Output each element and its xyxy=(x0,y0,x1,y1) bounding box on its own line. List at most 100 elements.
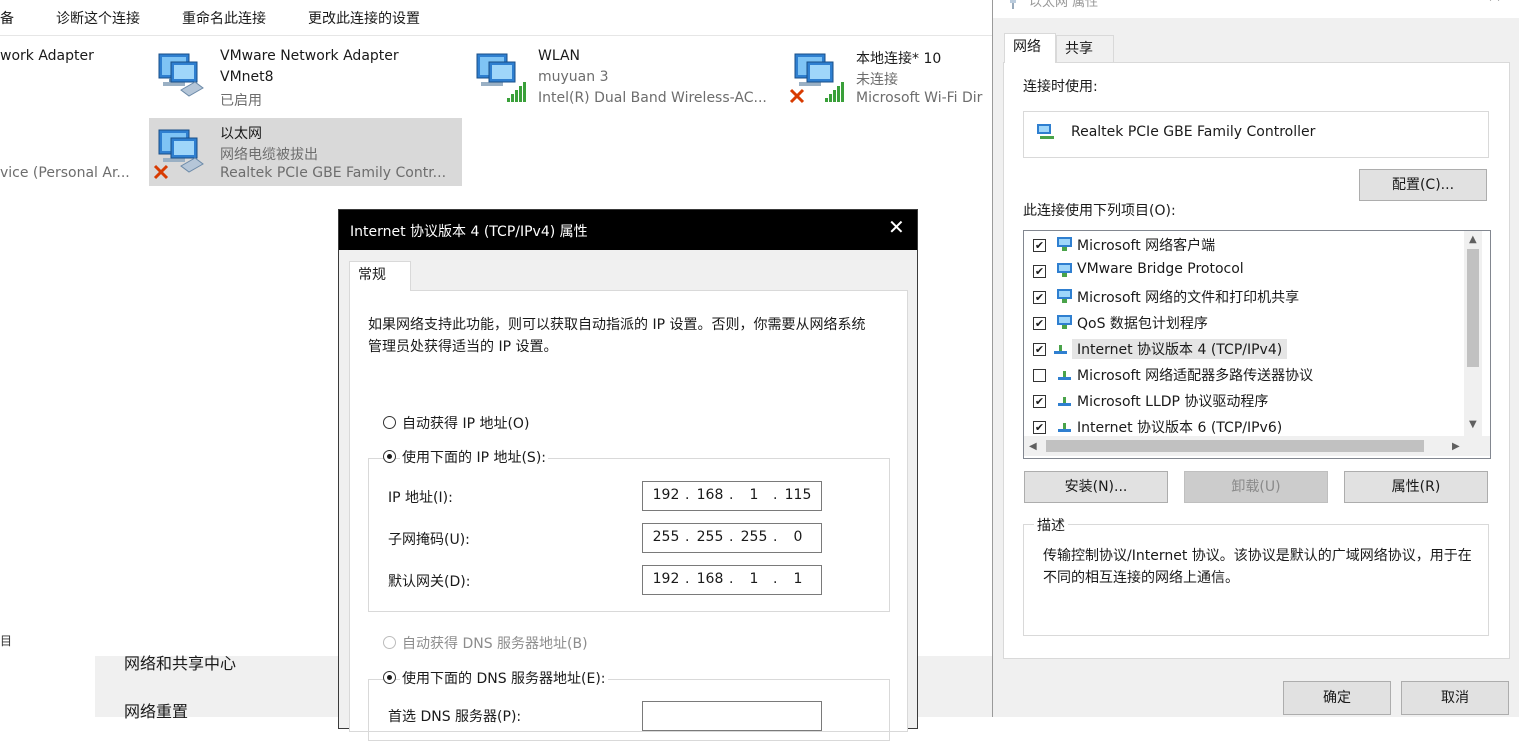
manual-dns-radio[interactable] xyxy=(383,671,396,684)
configure-button[interactable]: 配置(C)... xyxy=(1359,169,1487,201)
list-item-selected[interactable]: ✔ Internet 协议版本 4 (TCP/IPv4) xyxy=(1024,336,1464,362)
scroll-left-icon[interactable]: ◀ xyxy=(1029,441,1037,452)
connection-status: 已启用 xyxy=(220,93,262,109)
properties-button[interactable]: 属性(R) xyxy=(1344,471,1488,503)
checkbox[interactable]: ✔ xyxy=(1033,395,1046,408)
scrollbar-thumb[interactable] xyxy=(1046,440,1424,452)
ipv4-properties-dialog: Internet 协议版本 4 (TCP/IPv4) 属性 ✕ 常规 如果网络支… xyxy=(338,209,918,741)
ip-address-input[interactable]: 192 . 168 . 1 . 115 xyxy=(642,481,822,511)
gateway-input[interactable]: 192 . 168 . 1 . 1 xyxy=(642,565,822,595)
network-client-icon xyxy=(1057,263,1072,277)
dialog-titlebar: 以太网 属性 ✕ xyxy=(993,0,1519,18)
octet-separator: . xyxy=(729,571,734,587)
octet: 1 xyxy=(793,571,803,587)
components-list[interactable]: ✔ Microsoft 网络客户端 ✔ VMware Bridge Protoc… xyxy=(1023,230,1491,459)
manual-dns-label[interactable]: 使用下面的 DNS 服务器地址(E): xyxy=(400,668,608,688)
general-tab-panel: 如果网络支持此功能，则可以获取自动指派的 IP 设置。否则，你需要从网络系统管理… xyxy=(349,290,908,741)
auto-ip-label[interactable]: 自动获得 IP 地址(O) xyxy=(402,413,529,433)
description-group: 描述 传输控制协议/Internet 协议。该协议是默认的广域网络协议，用于在不… xyxy=(1023,515,1489,636)
wireless-adapter-icon xyxy=(476,53,526,102)
octet-separator: . xyxy=(773,529,778,545)
octet: 255 xyxy=(696,529,724,545)
tab-general[interactable]: 常规 xyxy=(349,261,411,291)
toolbar-change-settings[interactable]: 更改此连接的设置 xyxy=(308,8,420,28)
connection-name-line2: VMnet8 xyxy=(220,69,274,85)
scroll-right-icon[interactable]: ▶ xyxy=(1452,441,1460,452)
network-icon xyxy=(1010,0,1016,9)
uninstall-button[interactable]: 卸载(U) xyxy=(1184,471,1328,503)
octet: 115 xyxy=(784,487,812,503)
item-name: QoS 数据包计划程序 xyxy=(1077,316,1208,332)
list-item[interactable]: ✔ Microsoft 网络客户端 xyxy=(1024,232,1464,258)
list-item[interactable]: ✔ QoS 数据包计划程序 xyxy=(1024,310,1464,336)
list-item[interactable]: ✔ Microsoft 网络的文件和打印机共享 xyxy=(1024,284,1464,310)
list-item[interactable]: ✔ Microsoft LLDP 协议驱动程序 xyxy=(1024,388,1464,414)
connection-item-wlan[interactable]: WLAN muyuan 3 Intel(R) Dual Band Wireles… xyxy=(467,42,777,108)
item-name: Internet 协议版本 4 (TCP/IPv4) xyxy=(1072,339,1288,359)
checkbox[interactable]: ✔ xyxy=(1033,421,1046,434)
close-icon[interactable]: ✕ xyxy=(888,215,905,239)
checkbox[interactable]: ✔ xyxy=(1033,317,1046,330)
connection-name: 以太网 xyxy=(220,126,262,142)
octet-separator: . xyxy=(773,487,778,503)
toolbar-disable-device[interactable]: 设备 xyxy=(0,8,14,28)
ethernet-adapter-icon xyxy=(153,129,204,180)
toolbar: 设备 诊断这个连接 重命名此连接 更改此连接的设置 xyxy=(0,0,993,36)
checkbox[interactable]: ✔ xyxy=(1033,343,1046,356)
connection-item-local-10[interactable]: 本地连接* 10 未连接 Microsoft Wi-Fi Dir xyxy=(785,42,993,108)
octet: 0 xyxy=(793,529,803,545)
octet: 192 xyxy=(652,487,680,503)
connection-item-vmnet8[interactable]: VMware Network Adapter VMnet8 已启用 xyxy=(149,42,449,109)
ok-button[interactable]: 确定 xyxy=(1283,681,1391,715)
connection-device: vice (Personal Ar... xyxy=(0,165,130,181)
auto-dns-radio[interactable] xyxy=(383,636,396,649)
description-label: 描述 xyxy=(1034,515,1068,535)
connection-status: 网络电缆被拔出 xyxy=(220,147,318,163)
item-name: Microsoft 网络适配器多路传送器协议 xyxy=(1077,368,1314,384)
connection-item-ethernet[interactable]: 以太网 网络电缆被拔出 Realtek PCIe GBE Family Cont… xyxy=(149,118,462,186)
adapter-icon xyxy=(1037,124,1054,139)
description-text: 传输控制协议/Internet 协议。该协议是默认的广域网络协议，用于在不同的相… xyxy=(1043,548,1472,586)
tab-network[interactable]: 网络 xyxy=(1004,33,1056,63)
preferred-dns-label: 首选 DNS 服务器(P): xyxy=(388,709,522,725)
manual-ip-label[interactable]: 使用下面的 IP 地址(S): xyxy=(400,447,548,467)
octet-separator: . xyxy=(729,529,734,545)
checkbox[interactable]: ✔ xyxy=(1033,239,1046,252)
connection-name: VMware Network Adapter xyxy=(220,48,399,64)
connection-device: Realtek PCIe GBE Family Contr... xyxy=(220,165,447,181)
octet-separator: . xyxy=(685,529,690,545)
connection-status: 未连接 xyxy=(856,72,898,88)
items-label: 此连接使用下列项目(O): xyxy=(1023,203,1176,219)
connection-item-partial-2[interactable]: vice (Personal Ar... xyxy=(0,118,139,184)
octet: 168 xyxy=(696,487,724,503)
auto-ip-radio[interactable] xyxy=(383,416,396,429)
preferred-dns-input[interactable] xyxy=(642,701,822,731)
network-client-icon xyxy=(1057,237,1072,251)
toolbar-rename[interactable]: 重命名此连接 xyxy=(182,8,266,28)
manual-ip-radio[interactable] xyxy=(383,450,396,463)
octet: 192 xyxy=(652,571,680,587)
install-button[interactable]: 安装(N)... xyxy=(1024,471,1168,503)
checkbox[interactable]: ✔ xyxy=(1033,291,1046,304)
scrollbar-thumb[interactable] xyxy=(1467,249,1479,367)
list-item[interactable]: Microsoft 网络适配器多路传送器协议 xyxy=(1024,362,1464,388)
scroll-up-icon[interactable]: ▲ xyxy=(1469,234,1477,245)
checkbox[interactable]: ✔ xyxy=(1033,265,1046,278)
close-icon[interactable]: ✕ xyxy=(1487,0,1502,7)
nav-link-network-sharing-center[interactable]: 网络和共享中心 xyxy=(124,650,236,674)
checkbox[interactable] xyxy=(1033,369,1046,382)
item-name: Microsoft 网络客户端 xyxy=(1077,238,1216,254)
subnet-mask-label: 子网掩码(U): xyxy=(388,532,470,548)
tab-sharing[interactable]: 共享 xyxy=(1056,35,1114,63)
connection-item-partial[interactable]: work Adapter xyxy=(0,42,139,108)
toolbar-diagnose[interactable]: 诊断这个连接 xyxy=(56,8,140,28)
cancel-button[interactable]: 取消 xyxy=(1401,681,1509,715)
octet-separator: . xyxy=(685,571,690,587)
list-item[interactable]: ✔ VMware Bridge Protocol xyxy=(1024,258,1464,284)
nav-link-network-reset[interactable]: 网络重置 xyxy=(124,698,188,722)
scroll-down-icon[interactable]: ▼ xyxy=(1469,419,1477,430)
subnet-mask-input[interactable]: 255 . 255 . 255 . 0 xyxy=(642,523,822,553)
octet: 1 xyxy=(749,487,759,503)
auto-dns-label[interactable]: 自动获得 DNS 服务器地址(B) xyxy=(402,633,588,653)
connection-name: WLAN xyxy=(538,48,581,64)
